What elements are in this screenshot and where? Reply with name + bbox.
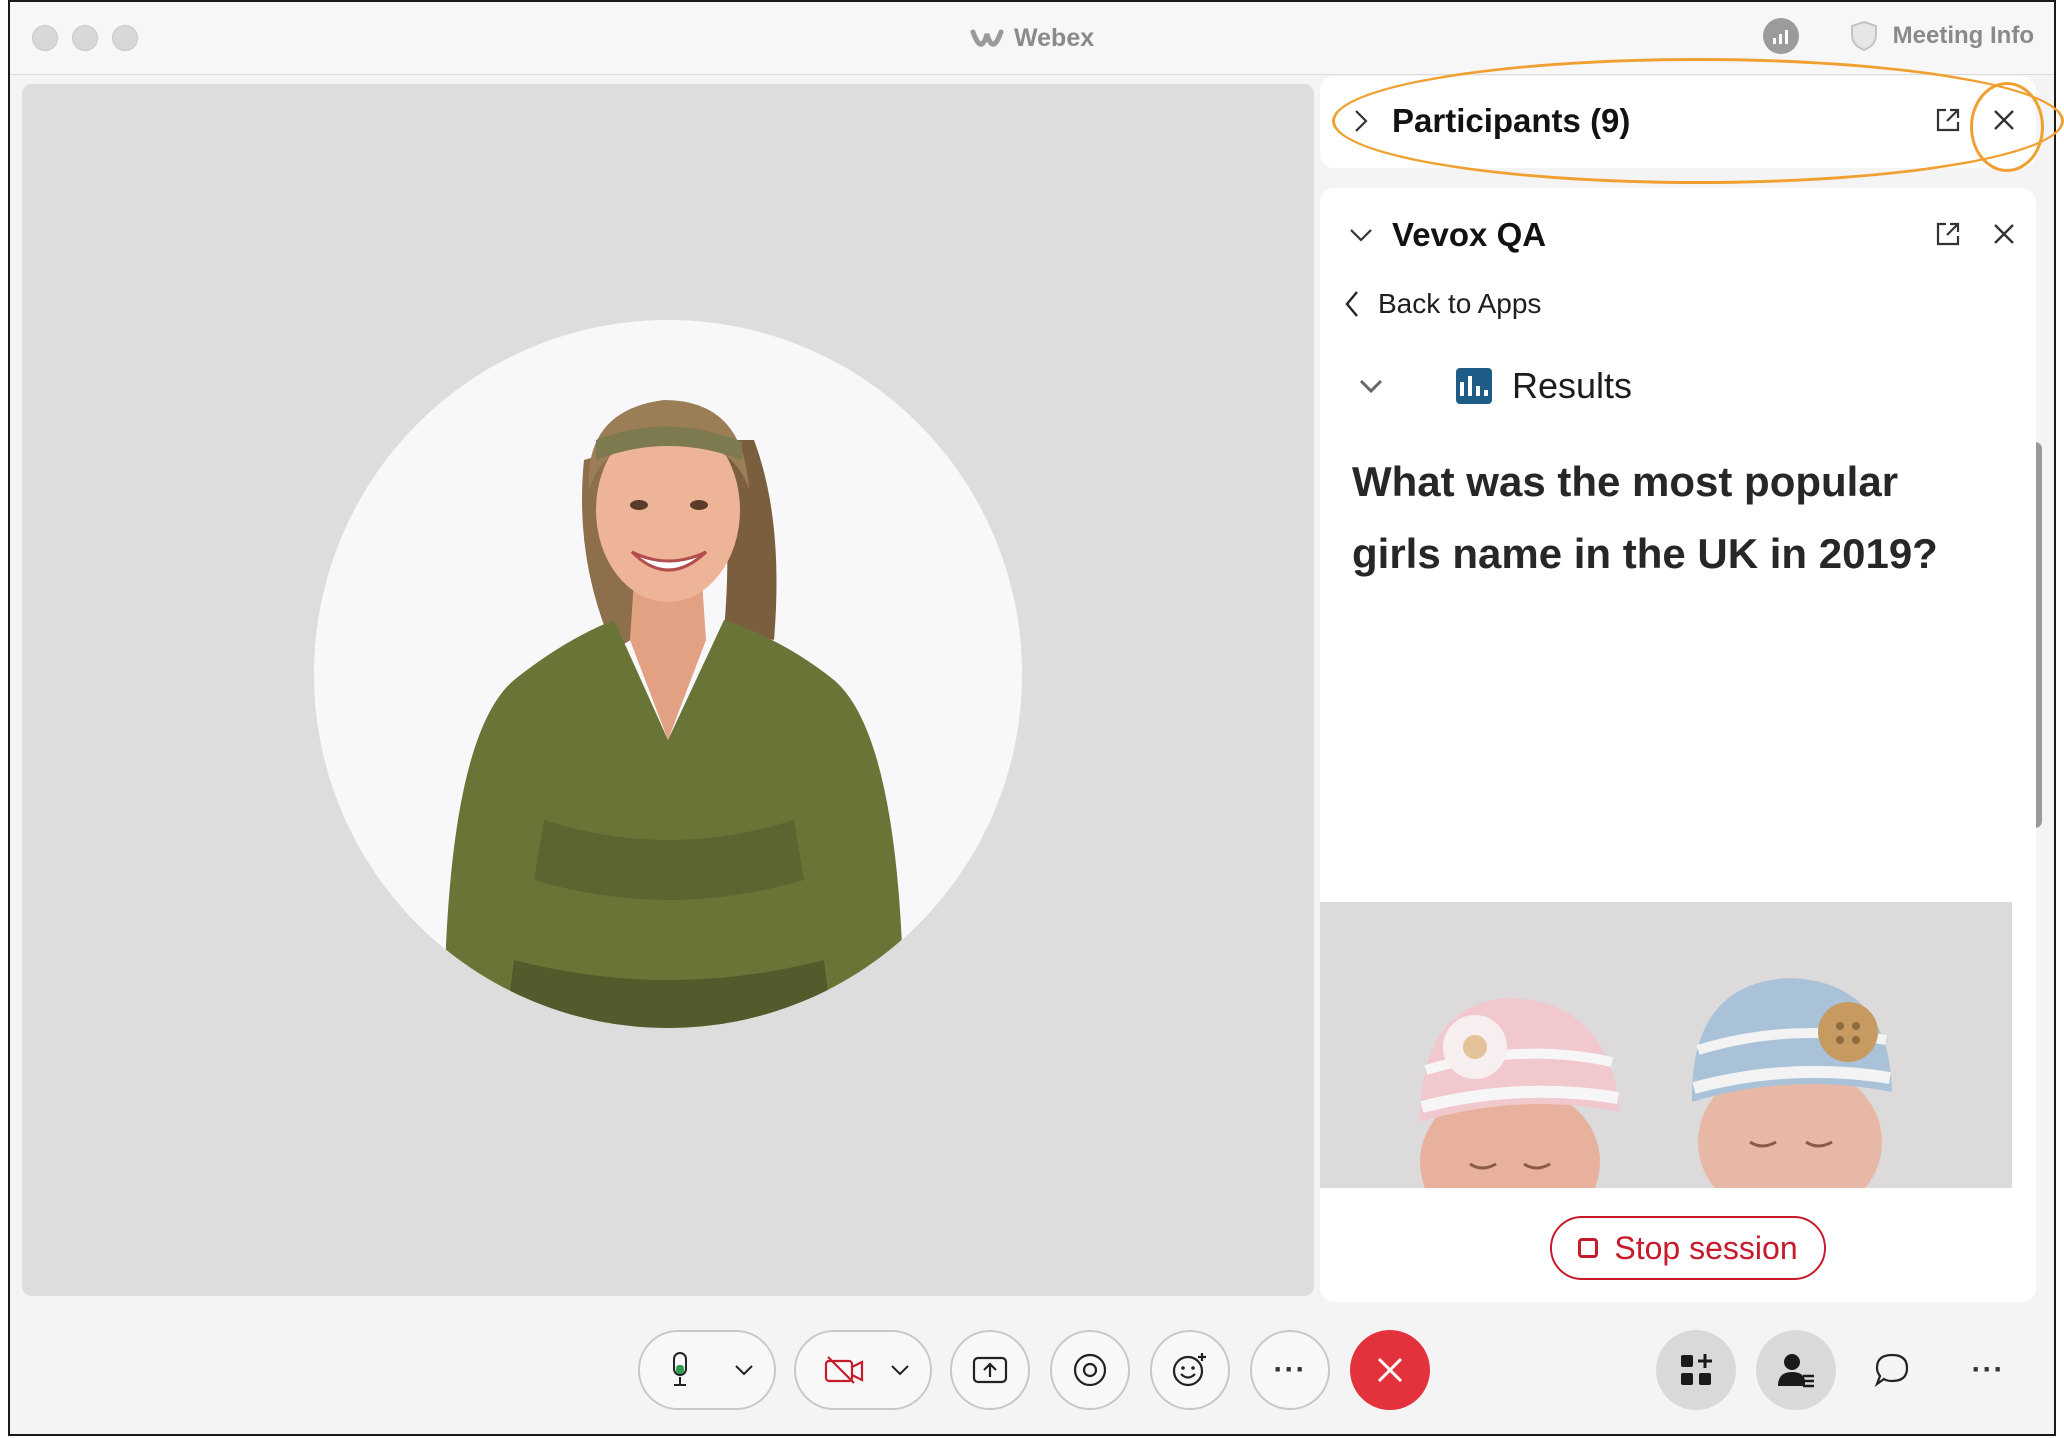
title-bar: Webex Meeting Info: [10, 2, 2054, 75]
end-meeting-button[interactable]: [1350, 1330, 1430, 1410]
vevox-popout-icon[interactable]: [1926, 212, 1970, 256]
meeting-toolbar: ··· ···: [0, 1330, 2064, 1410]
app-title: Webex: [970, 20, 1094, 56]
chat-button[interactable]: [1852, 1330, 1932, 1410]
video-off-icon: [824, 1356, 864, 1384]
participants-panel: Participants (9): [1320, 76, 2036, 168]
meeting-info-area: Meeting Info: [1762, 18, 2034, 54]
stop-session-label: Stop session: [1614, 1229, 1798, 1266]
video-stage: [22, 84, 1314, 1296]
stop-session-button[interactable]: Stop session: [1550, 1216, 1826, 1280]
window-minimize-button[interactable]: [72, 25, 98, 51]
chevron-right-icon[interactable]: [1348, 108, 1374, 134]
window-zoom-button[interactable]: [112, 25, 138, 51]
chevron-down-icon[interactable]: [1348, 222, 1374, 248]
stop-session-area: Stop session: [1320, 1188, 2036, 1302]
participant-avatar: [314, 320, 1022, 1028]
more-dots-label: ···: [1273, 1353, 1307, 1386]
mute-button[interactable]: [638, 1330, 776, 1410]
bar-chart-icon: [1456, 368, 1492, 404]
person-photo: [314, 320, 1022, 1028]
chat-icon: [1874, 1353, 1909, 1387]
record-button[interactable]: [1050, 1330, 1130, 1410]
question-content: What was the most popular girls name in …: [1320, 436, 2012, 1302]
more-right-dots-label: ···: [1971, 1353, 2005, 1386]
popout-icon[interactable]: [1926, 98, 1970, 142]
mute-chevron-down-icon[interactable]: [734, 1364, 754, 1376]
end-close-icon: [1377, 1357, 1403, 1383]
vevox-title: Vevox QA: [1392, 216, 1547, 253]
participants-icon: [1778, 1354, 1814, 1388]
shield-icon: [1850, 20, 1877, 52]
microphone-icon: [673, 1352, 687, 1386]
reactions-button[interactable]: [1150, 1330, 1230, 1410]
video-chevron-down-icon[interactable]: [890, 1364, 910, 1376]
webex-logo-icon: [970, 29, 1004, 47]
results-label: Results: [1512, 365, 1633, 406]
results-chevron-down-icon[interactable]: [1356, 371, 1386, 401]
stop-square-icon: [1578, 1238, 1599, 1258]
results-section-header[interactable]: Results: [1320, 348, 2036, 424]
video-button[interactable]: [794, 1330, 932, 1410]
app-title-text: Webex: [1014, 23, 1095, 52]
chevron-left-icon: [1345, 291, 1358, 317]
share-screen-icon: [972, 1356, 1008, 1384]
participants-button[interactable]: [1756, 1330, 1836, 1410]
vevox-panel: Vevox QA Back to Apps Results What was t…: [1320, 188, 2036, 1302]
more-right-button[interactable]: ···: [1948, 1330, 2028, 1410]
vevox-close-icon[interactable]: [1982, 212, 2026, 256]
share-button[interactable]: [950, 1330, 1030, 1410]
question-text: What was the most popular girls name in …: [1352, 458, 1938, 577]
participants-title: Participants (9): [1392, 102, 1631, 139]
window-close-button[interactable]: [32, 25, 58, 51]
back-to-apps-label: Back to Apps: [1378, 288, 1542, 319]
back-to-apps-link[interactable]: Back to Apps: [1344, 288, 1541, 320]
apps-button[interactable]: [1656, 1330, 1736, 1410]
network-health-icon[interactable]: [1762, 18, 1799, 54]
emoji-icon: [1172, 1353, 1206, 1387]
meeting-info-button[interactable]: Meeting Info: [1893, 22, 2034, 50]
more-options-button[interactable]: ···: [1250, 1330, 1330, 1410]
apps-icon: [1681, 1354, 1712, 1385]
close-icon[interactable]: [1982, 98, 2026, 142]
record-icon: [1073, 1353, 1107, 1387]
